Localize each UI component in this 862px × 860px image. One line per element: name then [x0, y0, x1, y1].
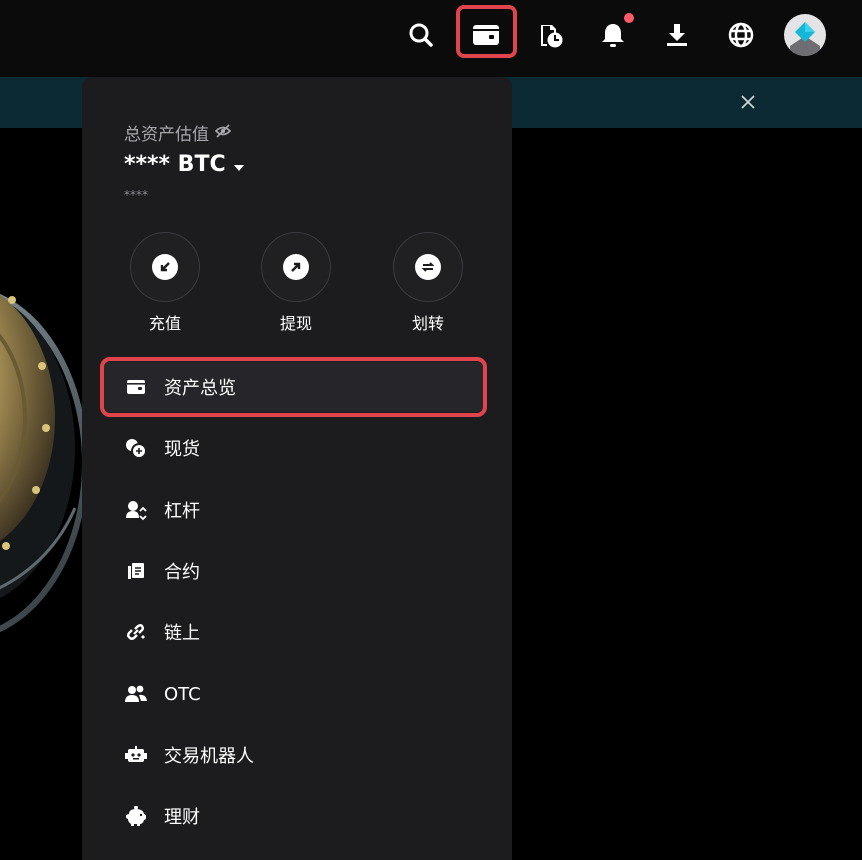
globe-icon[interactable] [719, 13, 763, 57]
menu-label: 交易机器人 [164, 746, 254, 767]
menu-item-earn[interactable]: 理财 [104, 791, 484, 841]
notification-dot [624, 13, 634, 23]
menu-label: 杠杆 [164, 501, 200, 522]
withdraw-button[interactable]: 提现 [259, 232, 333, 334]
futures-icon [124, 559, 148, 583]
deposit-label: 充值 [148, 314, 181, 333]
wallet-highlight-box [456, 5, 517, 58]
total-assets-value[interactable]: **** BTC [124, 152, 244, 177]
menu-label: 链上 [164, 623, 200, 644]
top-bar [0, 0, 862, 77]
total-label-text: 总资产估值 [124, 125, 209, 145]
menu-item-otc[interactable]: OTC [104, 669, 484, 719]
menu-item-spot[interactable]: 现货 [104, 423, 484, 473]
download-icon[interactable] [655, 13, 699, 57]
total-value-text: **** BTC [124, 152, 226, 177]
menu-label: 理财 [164, 807, 200, 828]
withdraw-label: 提现 [279, 314, 312, 333]
total-assets-sub-value: **** [124, 188, 148, 202]
transfer-button[interactable]: 划转 [391, 232, 465, 334]
menu-label: OTC [164, 683, 201, 705]
deposit-circle [130, 232, 200, 302]
earn-icon [124, 804, 148, 828]
menu-label: 现货 [164, 439, 200, 460]
withdraw-circle [261, 232, 331, 302]
margin-icon [124, 498, 148, 522]
avatar[interactable] [784, 14, 826, 56]
transfer-icon [415, 254, 441, 280]
deposit-icon [152, 254, 178, 280]
total-assets-label: 总资产估值 [124, 120, 232, 145]
menu-label: 合约 [164, 562, 200, 583]
menu-item-margin[interactable]: 杠杆 [104, 485, 484, 535]
caret-down-icon[interactable] [233, 152, 244, 177]
deposit-button[interactable]: 充值 [128, 232, 202, 334]
menu-item-onchain[interactable]: 链上 [104, 607, 484, 657]
menu-item-trading-bot[interactable]: 交易机器人 [104, 730, 484, 780]
spot-icon [124, 436, 148, 460]
withdraw-icon [283, 254, 309, 280]
transfer-label: 划转 [411, 314, 444, 333]
otc-icon [124, 682, 148, 706]
order-history-icon[interactable] [528, 13, 572, 57]
close-icon[interactable] [736, 90, 760, 114]
transfer-circle [393, 232, 463, 302]
bot-icon [124, 743, 148, 767]
onchain-icon [124, 620, 148, 644]
search-icon[interactable] [399, 13, 443, 57]
menu-item-futures[interactable]: 合约 [104, 546, 484, 596]
menu-highlight-box [100, 357, 487, 417]
eye-off-icon[interactable] [214, 123, 232, 143]
